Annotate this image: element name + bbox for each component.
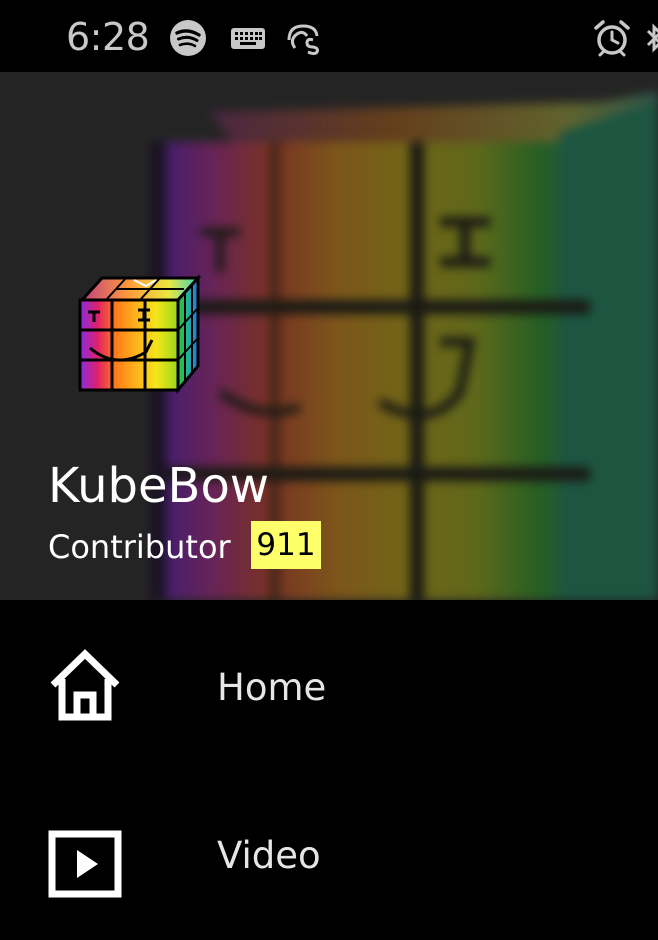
keyboard-icon [231, 28, 265, 49]
nav-drawer-menu: Home Video [0, 600, 658, 898]
video-icon [48, 830, 122, 898]
status-time: 6:28 [66, 15, 150, 59]
alarm-icon [594, 20, 630, 57]
avatar[interactable] [76, 270, 202, 396]
spotify-icon [170, 20, 206, 56]
score-badge: 911 [251, 521, 321, 569]
profile-role: Contributor [48, 528, 231, 566]
nav-item-label: Video [217, 834, 321, 877]
profile-username: KubeBow [48, 458, 270, 514]
app-logo-icon [287, 24, 319, 55]
nav-item-label: Home [217, 666, 327, 709]
profile-header: KubeBow Contributor 911 [0, 72, 658, 600]
status-bar: 6:28 [0, 0, 658, 72]
bluetooth-icon [646, 23, 658, 53]
home-icon [50, 649, 120, 721]
nav-item-video[interactable]: Video [0, 770, 658, 940]
nav-item-home[interactable]: Home [0, 600, 658, 770]
